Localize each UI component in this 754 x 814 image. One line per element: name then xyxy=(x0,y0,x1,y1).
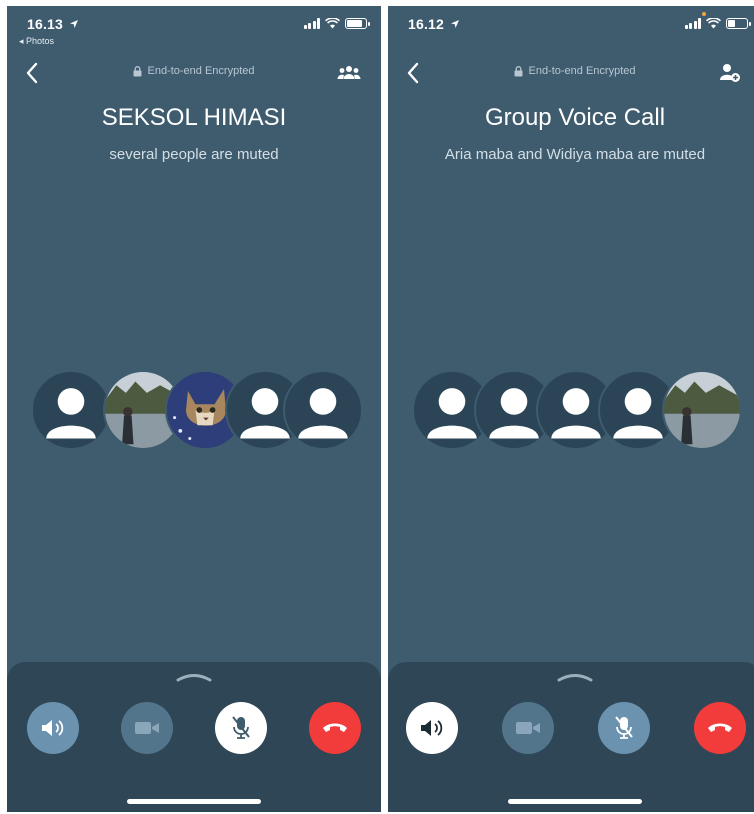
call-controls xyxy=(388,702,754,756)
call-nav: End-to-end Encrypted xyxy=(7,58,381,88)
speaker-icon xyxy=(421,720,443,736)
wifi-icon xyxy=(706,18,721,29)
participant-avatar[interactable] xyxy=(283,370,363,450)
call-subtitle: Aria maba and Widiya maba are muted xyxy=(444,146,706,163)
expand-handle[interactable] xyxy=(174,670,214,682)
participant-avatars xyxy=(7,370,381,450)
call-controls xyxy=(7,702,381,756)
video-camera-icon xyxy=(135,722,159,734)
encryption-text: End-to-end Encrypted xyxy=(528,65,636,77)
signal-icon xyxy=(684,18,701,29)
lock-icon xyxy=(514,65,523,76)
video-button[interactable] xyxy=(121,702,173,754)
call-nav: End-to-end Encrypted xyxy=(388,58,754,88)
encryption-label: End-to-end Encrypted xyxy=(7,65,381,77)
call-controls-panel xyxy=(7,662,381,812)
participant-avatar[interactable] xyxy=(662,370,742,450)
expand-handle[interactable] xyxy=(555,670,595,682)
call-screen-left: 16.13 ◂ Photos End-to-end Encrypted SEKS… xyxy=(7,6,381,812)
battery-icon xyxy=(345,18,370,29)
video-camera-icon xyxy=(516,722,540,734)
phone-hangup-icon xyxy=(323,723,347,732)
group-icon xyxy=(337,66,361,79)
status-icons xyxy=(303,18,370,29)
person-placeholder-icon xyxy=(46,388,96,439)
home-indicator[interactable] xyxy=(127,799,261,804)
home-indicator[interactable] xyxy=(508,799,642,804)
status-time: 16.12 xyxy=(408,16,460,32)
encryption-text: End-to-end Encrypted xyxy=(147,65,255,77)
mute-button[interactable] xyxy=(598,702,650,754)
status-bar: 16.13 ◂ Photos xyxy=(7,6,381,50)
call-title: Group Voice Call xyxy=(484,104,666,131)
participants-button[interactable] xyxy=(335,60,363,86)
location-arrow-icon xyxy=(451,20,460,28)
person-placeholder-icon xyxy=(298,388,348,439)
battery-icon xyxy=(726,18,751,29)
speaker-button[interactable] xyxy=(406,702,458,754)
back-to-app-link[interactable]: ◂ Photos xyxy=(19,36,54,47)
video-button[interactable] xyxy=(502,702,554,754)
end-call-button[interactable] xyxy=(694,702,746,754)
call-title: SEKSOL HIMASI xyxy=(101,104,287,131)
participant-avatars xyxy=(388,370,754,450)
participant-avatar[interactable] xyxy=(31,370,111,450)
location-arrow-icon xyxy=(70,20,79,28)
phone-hangup-icon xyxy=(708,723,732,732)
lock-icon xyxy=(133,65,142,76)
call-controls-panel xyxy=(388,662,754,812)
end-call-button[interactable] xyxy=(309,702,361,754)
call-screen-right: 16.12 End-to-end Encrypted Group Voice C… xyxy=(388,6,754,812)
wifi-icon xyxy=(325,18,340,29)
status-time-text: 16.13 xyxy=(27,16,64,32)
status-time-text: 16.12 xyxy=(408,16,445,32)
mic-off-icon xyxy=(232,716,250,739)
chevron-up-icon xyxy=(176,674,212,682)
add-participant-button[interactable] xyxy=(716,60,744,86)
mute-button[interactable] xyxy=(215,702,267,754)
landscape-photo-icon xyxy=(664,372,740,448)
mic-off-icon xyxy=(615,716,633,739)
status-icons xyxy=(684,18,751,29)
status-bar: 16.12 xyxy=(388,6,754,50)
add-person-icon xyxy=(720,64,740,82)
mic-in-use-dot xyxy=(702,12,706,16)
speaker-icon xyxy=(42,720,64,736)
encryption-label: End-to-end Encrypted xyxy=(388,65,754,77)
chevron-up-icon xyxy=(557,674,593,682)
call-subtitle: several people are muted xyxy=(109,146,279,163)
signal-icon xyxy=(303,18,320,29)
status-time: 16.13 xyxy=(27,16,79,32)
speaker-button[interactable] xyxy=(27,702,79,754)
